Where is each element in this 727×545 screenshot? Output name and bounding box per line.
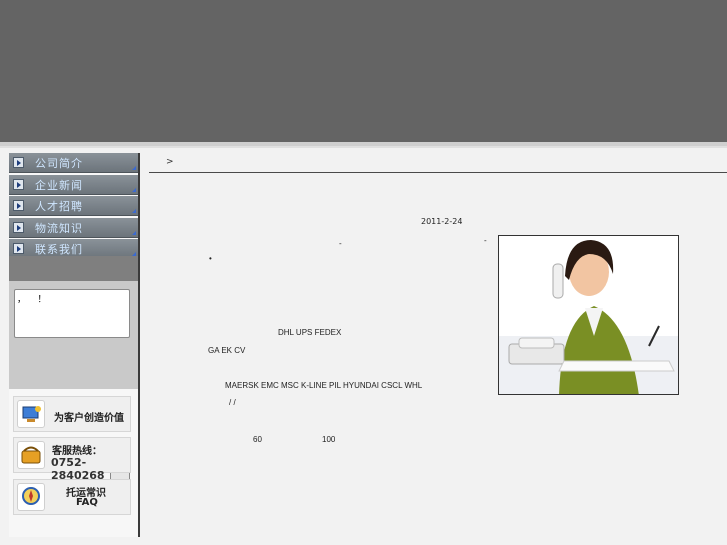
text-fragment: - <box>339 239 342 248</box>
arrow-icon <box>13 178 24 190</box>
text-fragment: • <box>209 254 212 263</box>
hotline-label: 客服热线： <box>52 446 102 457</box>
arrow-icon <box>13 157 24 168</box>
divider <box>149 172 727 173</box>
corner-icon <box>132 230 136 235</box>
sidebar-item-label: 人才招聘 <box>35 200 83 213</box>
sidebar-item-label: 物流知识 <box>35 221 83 235</box>
arrow-icon <box>13 200 24 211</box>
arrow-icon <box>13 221 24 233</box>
sidebar-item-label: 联系我们 <box>35 243 83 256</box>
number-value: 100 <box>322 435 336 444</box>
text-fragment: / / <box>229 398 236 407</box>
express-carriers: DHL UPS FEDEX <box>278 328 342 337</box>
promo-value-text: 为客户创造价值 <box>54 413 124 424</box>
monitor-icon <box>17 400 45 428</box>
sidebar: 公司简介 企业新闻 人才招聘 物流知识 联系我们 ， ！ 为客户创造价值 客服热… <box>9 153 140 537</box>
message-box: ， ！ <box>9 256 138 487</box>
text-fragment: - <box>484 236 487 245</box>
shipping-lines: MAERSK EMC MSC K-LINE PIL HYUNDAI CSCL W… <box>225 381 423 390</box>
main-content: > 2011-2-24 - - • DHL UPS FEDEX GA EK CV… <box>149 153 727 545</box>
sidebar-item-label: 企业新闻 <box>35 178 83 192</box>
header-banner <box>0 0 727 146</box>
promo-value[interactable]: 为客户创造价值 <box>13 396 131 432</box>
corner-icon <box>132 209 136 213</box>
sidebar-item-news[interactable]: 企业新闻 <box>9 174 138 195</box>
message-input[interactable]: ， ！ <box>14 289 130 338</box>
sidebar-item-label: 公司简介 <box>35 157 83 170</box>
sidebar-item-logistics[interactable]: 物流知识 <box>9 217 138 238</box>
compass-icon <box>17 483 45 511</box>
number-value: 60 <box>253 435 262 444</box>
sidebar-item-company-profile[interactable]: 公司简介 <box>9 153 138 173</box>
breadcrumb: > <box>166 157 174 167</box>
promo-hotline[interactable]: 客服热线： 0752-2840268 <box>13 437 131 482</box>
message-box-header <box>9 256 138 281</box>
arrow-icon <box>13 243 24 254</box>
airline-codes: GA EK CV <box>208 346 246 355</box>
divider <box>0 146 727 148</box>
faq-label: FAQ <box>76 497 98 508</box>
customer-service-photo <box>498 235 679 395</box>
corner-icon <box>132 166 136 170</box>
promo-faq[interactable]: 托运常识 FAQ <box>13 479 131 515</box>
sidebar-item-recruitment[interactable]: 人才招聘 <box>9 196 138 216</box>
publish-date: 2011-2-24 <box>421 217 463 226</box>
phone-icon <box>17 441 45 469</box>
corner-icon <box>132 187 136 192</box>
